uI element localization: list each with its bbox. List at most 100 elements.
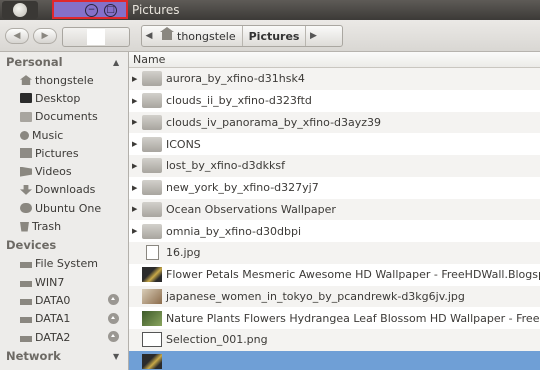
scroll-up-icon[interactable]: ▲	[113, 58, 119, 67]
downloads-icon	[20, 184, 32, 195]
image-thumbnail-icon	[142, 332, 162, 348]
maximize-icon[interactable]: □	[104, 4, 117, 17]
file-icon	[146, 245, 159, 261]
videos-icon	[20, 166, 32, 177]
music-icon	[20, 130, 29, 140]
sidebar-item-label: Documents	[35, 110, 98, 124]
expand-arrow-icon[interactable]: ▶	[132, 205, 137, 213]
folder-row[interactable]: ▶ aurora_by_xfino-d31hsk4	[129, 68, 540, 90]
title-bar: − □ Pictures	[0, 0, 540, 20]
sidebar-section-personal[interactable]: Personal ▲	[0, 52, 128, 71]
folder-icon	[142, 223, 162, 239]
folder-row[interactable]: ▶ Ocean Observations Wallpaper	[129, 198, 540, 221]
sidebar-section-network[interactable]: Network ▼	[0, 346, 128, 365]
file-name: omnia_by_xfino-d30dbpi	[166, 224, 302, 238]
desktop-icon	[20, 93, 32, 104]
pictures-icon	[20, 148, 32, 159]
sidebar-item-label: Downloads	[35, 183, 96, 197]
toggle-highlight	[87, 29, 105, 45]
expand-arrow-icon[interactable]: ▶	[132, 140, 137, 148]
file-row[interactable]: japanese_women_in_tokyo_by_pcandrewk-d3k…	[129, 285, 540, 308]
expand-arrow-icon[interactable]: ▶	[132, 97, 137, 105]
sidebar-item-desktop[interactable]: Desktop	[0, 89, 128, 107]
folder-icon	[142, 136, 162, 152]
file-row[interactable]: Flower Petals Mesmeric Awesome HD Wallpa…	[129, 264, 540, 286]
folder-icon	[142, 180, 162, 196]
file-rows: ▶ aurora_by_xfino-d31hsk4 ▶ clouds_ii_by_xf…	[129, 68, 540, 370]
sidebar-item-data2[interactable]: DATA2	[0, 328, 128, 346]
eject-icon[interactable]	[108, 312, 119, 324]
sidebar-item-label: Trash	[32, 220, 62, 234]
sidebar-item-label: Music	[32, 128, 64, 142]
documents-icon	[20, 111, 32, 122]
sidebar-item-data0[interactable]: DATA0	[0, 291, 128, 309]
sidebar-item-downloads[interactable]: Downloads	[0, 181, 128, 199]
sidebar-item-label: Videos	[35, 165, 72, 179]
sidebar-item-pictures[interactable]: Pictures	[0, 144, 128, 162]
file-row[interactable]: 16.jpg	[129, 242, 540, 264]
breadcrumb-left-arrow-icon[interactable]: ◀	[142, 31, 156, 41]
sidebar-item-music[interactable]: Music	[0, 126, 128, 144]
ubuntu-logo-button[interactable]	[2, 1, 38, 19]
image-thumbnail-icon	[142, 354, 162, 370]
folder-icon	[142, 93, 162, 109]
back-button[interactable]: ◀	[5, 28, 29, 44]
sidebar-item-file-system[interactable]: File System	[0, 255, 128, 273]
sidebar-item-videos[interactable]: Videos	[0, 162, 128, 180]
image-thumbnail-icon	[142, 288, 162, 304]
folder-row[interactable]: ▶ lost_by_xfino-d3dkksf	[129, 155, 540, 177]
breadcrumb-item-pictures[interactable]: Pictures	[243, 26, 307, 46]
toolbar: ◀ ▶ ◀ thongstele Pictures ▶	[0, 20, 540, 52]
folder-row[interactable]: ▶ ICONS	[129, 133, 540, 155]
folder-row[interactable]: ▶ omnia_by_xfino-d30dbpi	[129, 220, 540, 242]
sidebar-section-devices[interactable]: Devices	[0, 236, 128, 255]
section-label: Personal	[6, 54, 63, 69]
sidebar-item-trash[interactable]: Trash	[0, 217, 128, 235]
file-row[interactable]: Selection_001.png	[129, 329, 540, 351]
back-arrow-icon: ◀	[13, 31, 21, 41]
forward-button[interactable]: ▶	[33, 28, 57, 44]
file-name: Ocean Observations Wallpaper	[166, 202, 336, 216]
sidebar-item-documents[interactable]: Documents	[0, 108, 128, 126]
ubuntu-one-icon	[20, 203, 32, 214]
file-name: new_york_by_xfino-d327yj7	[166, 181, 319, 195]
sidebar: Personal ▲ thongstele Desktop Documents M…	[0, 52, 129, 370]
file-name: Flower Petals Mesmeric Awesome HD Wallpa…	[166, 268, 540, 282]
drive-icon	[20, 335, 32, 342]
sidebar-item-label: DATA0	[35, 293, 71, 307]
scroll-down-icon[interactable]: ▼	[113, 352, 119, 361]
column-header-name[interactable]: Name	[129, 52, 540, 68]
file-row[interactable]: Nature Plants Flowers Hydrangea Leaf Blo…	[129, 307, 540, 329]
folder-row[interactable]: ▶ clouds_iv_panorama_by_xfino-d3ayz39	[129, 111, 540, 134]
eject-icon[interactable]	[108, 294, 119, 306]
expand-arrow-icon[interactable]: ▶	[132, 75, 137, 83]
minimize-icon[interactable]: −	[85, 4, 98, 17]
breadcrumb-label: Pictures	[248, 29, 300, 43]
sidebar-item-data1[interactable]: DATA1	[0, 310, 128, 328]
expand-arrow-icon[interactable]: ▶	[132, 184, 137, 192]
eject-icon[interactable]	[108, 330, 119, 342]
breadcrumb: ◀ thongstele Pictures ▶	[141, 25, 343, 47]
home-icon	[20, 75, 32, 86]
breadcrumb-right-arrow-icon[interactable]: ▶	[306, 31, 320, 41]
file-name: Nature Plants Flowers Hydrangea Leaf Blo…	[166, 311, 540, 325]
folder-row[interactable]: ▶ clouds_ii_by_xfino-d323ftd	[129, 90, 540, 112]
file-row[interactable]	[129, 350, 540, 370]
sidebar-item-label: File System	[35, 257, 98, 271]
sidebar-item-home[interactable]: thongstele	[0, 71, 128, 89]
expand-arrow-icon[interactable]: ▶	[132, 162, 137, 170]
sidebar-item-label: WIN7	[35, 275, 65, 289]
expand-arrow-icon[interactable]: ▶	[132, 118, 137, 126]
path-view-toggle[interactable]	[62, 27, 130, 47]
file-name: ICONS	[166, 137, 201, 151]
file-name: Selection_001.png	[166, 333, 268, 347]
drive-icon	[20, 280, 32, 287]
sidebar-item-win7[interactable]: WIN7	[0, 273, 128, 291]
folder-row[interactable]: ▶ new_york_by_xfino-d327yj7	[129, 177, 540, 199]
drive-icon	[20, 262, 32, 269]
folder-icon	[142, 201, 162, 217]
breadcrumb-item-home[interactable]: thongstele	[156, 26, 243, 46]
expand-arrow-icon[interactable]: ▶	[132, 227, 137, 235]
sidebar-item-ubuntu-one[interactable]: Ubuntu One	[0, 199, 128, 217]
sidebar-item-label: DATA1	[35, 312, 71, 326]
